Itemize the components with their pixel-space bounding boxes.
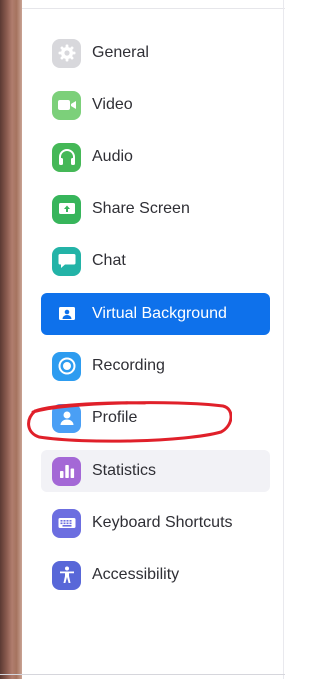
gear-icon (52, 38, 81, 68)
sidebar-item-general[interactable]: General (41, 32, 270, 74)
background-photo-strip (0, 0, 22, 679)
headphones-icon (52, 142, 81, 172)
keyboard-icon (52, 508, 81, 538)
sidebar-item-video[interactable]: Video (41, 84, 270, 126)
share-screen-icon (52, 194, 81, 224)
sidebar-item-accessibility[interactable]: Accessibility (41, 554, 270, 596)
user-icon (52, 403, 81, 433)
sidebar-item-label: Share Screen (92, 200, 190, 217)
sidebar-item-label: Keyboard Shortcuts (92, 514, 233, 531)
accessibility-icon (52, 560, 81, 590)
sidebar-item-label: Statistics (92, 462, 157, 479)
sidebar-item-label: Chat (92, 252, 126, 269)
sidebar-item-keyboard-shortcuts[interactable]: Keyboard Shortcuts (41, 502, 270, 544)
sidebar-item-label: Recording (92, 357, 165, 374)
sidebar-item-chat[interactable]: Chat (41, 240, 270, 282)
bar-chart-icon (52, 456, 81, 486)
sidebar-item-audio[interactable]: Audio (41, 136, 270, 178)
divider (283, 0, 284, 679)
video-camera-icon (52, 90, 81, 120)
sidebar-item-recording[interactable]: Recording (41, 345, 270, 387)
sidebar-item-label: Video (92, 96, 133, 113)
sidebar-item-statistics[interactable]: Statistics (41, 450, 270, 492)
sidebar-item-virtual-background[interactable]: Virtual Background (41, 293, 270, 335)
sidebar-item-profile[interactable]: Profile (41, 397, 270, 439)
sidebar-item-label: General (92, 44, 149, 61)
divider (0, 674, 285, 675)
sidebar-item-label: Accessibility (92, 566, 180, 583)
sidebar-item-label: Audio (92, 148, 133, 165)
sidebar-item-label: Virtual Background (92, 305, 227, 322)
sidebar-item-label: Profile (92, 409, 138, 426)
record-icon (52, 351, 81, 381)
divider (22, 8, 285, 9)
sidebar-item-share-screen[interactable]: Share Screen (41, 188, 270, 230)
virtual-background-icon (52, 299, 81, 329)
chat-bubble-icon (52, 246, 81, 276)
